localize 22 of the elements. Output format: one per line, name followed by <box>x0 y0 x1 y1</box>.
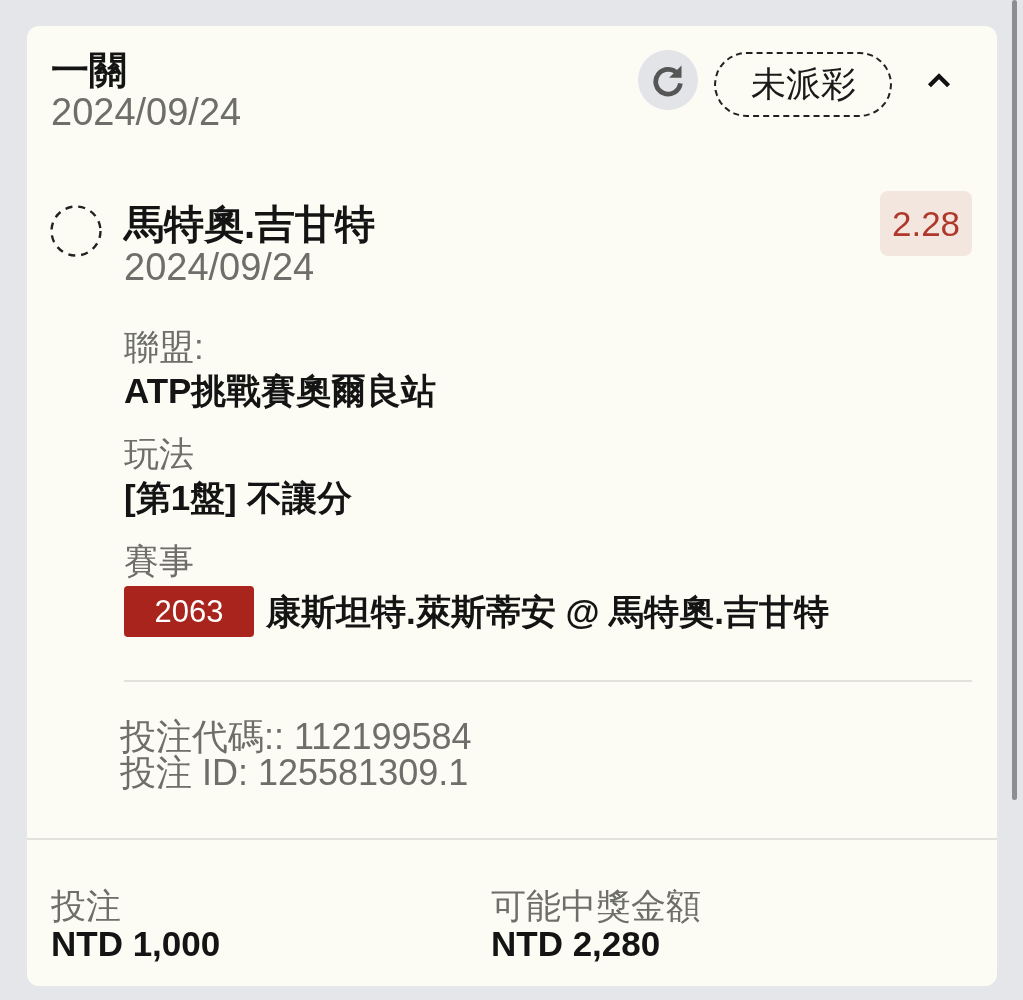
event-name: 康斯坦特.萊斯蒂安 @ 馬特奧.吉甘特 <box>266 591 830 632</box>
odds-badge: 2.28 <box>880 191 972 256</box>
footer-label: 投注 <box>51 887 122 925</box>
ticket-date: 2024/09/24 <box>51 92 242 132</box>
bet-code-text: 投注代碼:: 112199584 <box>120 719 473 755</box>
detail-label: 玩法 <box>124 434 195 474</box>
selection-date: 2024/09/24 <box>124 247 316 287</box>
footer-amount: NTD 2,280 <box>491 925 662 963</box>
refresh-button[interactable] <box>638 50 698 110</box>
bet-code-text: 投注 ID: 125581309.1 <box>120 755 470 791</box>
detail-value: ATP挑戰賽奧爾良站 <box>124 371 438 411</box>
refresh-icon <box>650 62 686 98</box>
detail-label: 聯盟: <box>124 327 205 367</box>
event-code-badge: 2063 <box>124 586 254 637</box>
detail-label: 賽事 <box>124 541 195 581</box>
scrollbar-thumb[interactable] <box>1012 0 1017 800</box>
status-badge: 未派彩 <box>714 52 892 117</box>
footer-amount: NTD 1,000 <box>51 925 222 963</box>
selection-name: 馬特奧.吉甘特 <box>124 202 377 246</box>
footer-label: 可能中獎金額 <box>491 887 702 925</box>
detail-value: [第1盤] 不讓分 <box>124 478 353 518</box>
ticket-title: 一關 <box>51 50 128 90</box>
